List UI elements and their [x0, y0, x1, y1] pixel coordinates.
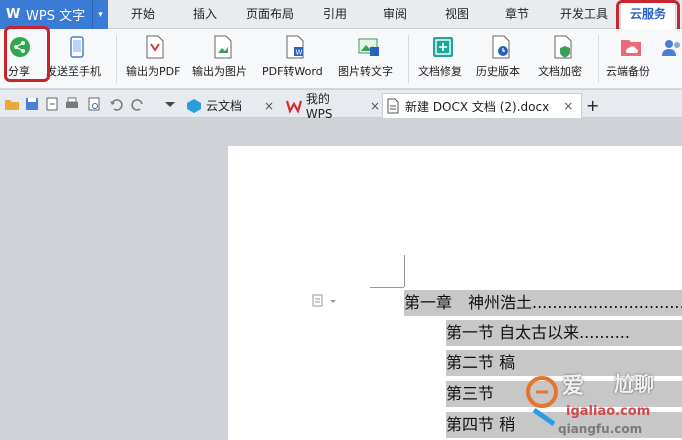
- menu-developer[interactable]: 开发工具: [552, 0, 616, 29]
- history-version-label: 历史版本: [476, 65, 520, 78]
- highlight-box-share: [4, 26, 50, 82]
- document-tab-bar: 云文档 × 我的WPS × 新建 DOCX 文档 (2).docx × +: [0, 90, 682, 121]
- doc-encrypt-icon: [551, 34, 575, 60]
- export-pdf-label: 输出为PDF: [126, 65, 181, 78]
- doc-repair-label: 文档修复: [418, 65, 462, 78]
- tab-my-wps[interactable]: 我的WPS ×: [284, 92, 380, 121]
- watermark-text: 尬聊: [614, 372, 654, 396]
- tab-label: 云文档: [206, 99, 243, 113]
- send-to-phone-button[interactable]: 发送至手机: [46, 29, 108, 89]
- pdf-to-word-label: PDF转Word: [262, 65, 323, 78]
- redo-icon[interactable]: [130, 96, 146, 112]
- tab-new-docx[interactable]: 新建 DOCX 文档 (2).docx ×: [382, 93, 582, 118]
- watermark: 爱 尬聊 igaliao.com qiangfu.com: [518, 362, 682, 440]
- pdf-to-word-icon: W: [283, 34, 307, 60]
- pdf-to-word-button[interactable]: W PDF转Word: [262, 29, 328, 89]
- menu-page-layout[interactable]: 页面布局: [238, 0, 302, 29]
- menu-chapter[interactable]: 章节: [494, 0, 540, 29]
- margin-corner-mark: [370, 287, 404, 288]
- cloud-backup-button[interactable]: 云端备份: [604, 29, 658, 89]
- app-name: WPS 文字: [26, 9, 86, 24]
- menu-bar: W WPS 文字 ▾ 开始 插入 页面布局 引用 审阅 视图 章节 开发工具 云…: [0, 0, 682, 29]
- paragraph-options-icon[interactable]: [312, 294, 336, 308]
- chevron-down-icon[interactable]: ▾: [92, 0, 108, 29]
- wps-logo-icon: [286, 100, 302, 114]
- doc-encrypt-label: 文档加密: [538, 65, 582, 78]
- chevron-down-icon[interactable]: [162, 96, 178, 112]
- history-icon: [489, 34, 513, 60]
- cloud-backup-label: 云端备份: [606, 65, 650, 78]
- image-to-text-button[interactable]: 图片转文字: [338, 29, 400, 89]
- open-folder-icon[interactable]: [4, 96, 20, 112]
- new-tab-button[interactable]: +: [586, 93, 602, 118]
- phone-icon: [65, 34, 89, 60]
- wps-logo-icon: W: [6, 6, 21, 22]
- print-icon[interactable]: [64, 96, 80, 112]
- close-icon[interactable]: ×: [264, 99, 274, 113]
- toc-line[interactable]: 第一章 神州浩土..............................: [404, 290, 682, 316]
- more-ribbon-button[interactable]: [662, 29, 682, 89]
- toc-line[interactable]: 第一节 自太古以来..........: [446, 320, 682, 346]
- cloud-backup-icon: [619, 34, 643, 60]
- ribbon-separator: [116, 35, 117, 83]
- users-icon: [660, 34, 682, 60]
- image-to-text-icon: [357, 34, 381, 60]
- print-preview-icon[interactable]: [86, 96, 102, 112]
- undo-icon[interactable]: [108, 96, 124, 112]
- tab-cloud-docs[interactable]: 云文档 ×: [184, 93, 276, 118]
- watermark-url: qiangfu.com: [558, 422, 643, 436]
- export-image-label: 输出为图片: [192, 65, 247, 78]
- menu-insert[interactable]: 插入: [182, 0, 228, 29]
- doc-repair-button[interactable]: 文档修复: [416, 29, 470, 89]
- tab-label: 我的WPS: [305, 92, 333, 121]
- menu-reference[interactable]: 引用: [312, 0, 358, 29]
- image-to-text-label: 图片转文字: [338, 65, 393, 78]
- watermark-text: 爱: [562, 374, 585, 399]
- tab-label: 新建 DOCX 文档 (2).docx: [405, 99, 550, 114]
- close-icon[interactable]: ×: [370, 99, 380, 113]
- app-menu-button[interactable]: W WPS 文字 ▾: [0, 0, 108, 29]
- margin-corner-mark: [404, 255, 405, 287]
- cloud-doc-icon: [187, 98, 201, 113]
- menu-view[interactable]: 视图: [434, 0, 480, 29]
- export-image-button[interactable]: 输出为图片: [192, 29, 254, 89]
- doc-repair-icon: [431, 34, 455, 60]
- history-version-button[interactable]: 历史版本: [474, 29, 528, 89]
- image-export-icon: [211, 34, 235, 60]
- send-to-phone-label: 发送至手机: [46, 65, 101, 78]
- ribbon-toolbar: 分享 发送至手机 输出为PDF 输出为图片 W PDF转Word 图片转文字 文…: [0, 29, 682, 89]
- ribbon-separator: [598, 35, 599, 83]
- save-icon[interactable]: [24, 96, 40, 112]
- ribbon-separator: [408, 35, 409, 83]
- docx-icon: [387, 98, 399, 114]
- menu-start[interactable]: 开始: [120, 0, 166, 29]
- export-icon[interactable]: [44, 96, 60, 112]
- menu-review[interactable]: 审阅: [372, 0, 418, 29]
- pdf-export-icon: [143, 34, 167, 60]
- export-pdf-button[interactable]: 输出为PDF: [124, 29, 186, 89]
- svg-text:W: W: [296, 49, 303, 57]
- close-icon[interactable]: ×: [563, 99, 573, 113]
- doc-encrypt-button[interactable]: 文档加密: [536, 29, 590, 89]
- watermark-url: igaliao.com: [566, 404, 651, 419]
